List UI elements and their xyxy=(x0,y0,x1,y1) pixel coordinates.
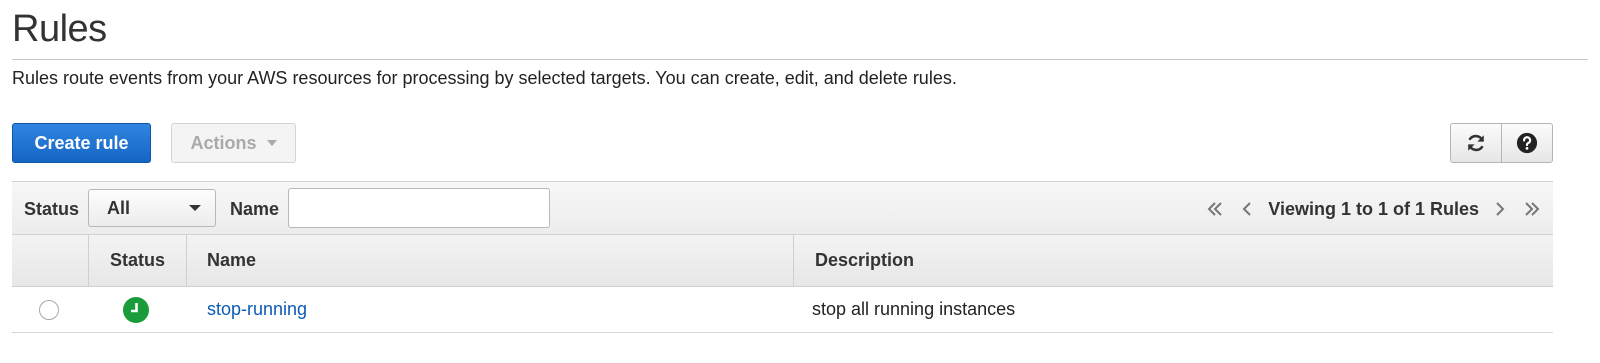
table-row[interactable]: stop-running stop all running instances xyxy=(12,287,1553,333)
double-chevron-left-icon xyxy=(1207,202,1222,216)
toolbar-icon-group xyxy=(1450,123,1553,163)
filter-bar: Status All Name Viewing 1 to 1 of 1 Rule… xyxy=(12,181,1553,235)
caret-down-icon xyxy=(266,140,277,146)
last-page-button[interactable] xyxy=(1521,196,1543,222)
first-page-button[interactable] xyxy=(1204,196,1226,222)
title-divider xyxy=(12,59,1588,60)
page-title: Rules xyxy=(12,8,107,50)
name-filter-label: Name xyxy=(230,199,280,219)
previous-page-button[interactable] xyxy=(1236,196,1258,222)
chevron-left-icon xyxy=(1242,202,1251,216)
pagination: Viewing 1 to 1 of 1 Rules xyxy=(1204,196,1543,222)
actions-dropdown[interactable]: Actions xyxy=(171,123,296,163)
column-header-select xyxy=(12,235,88,286)
select-caret-icon xyxy=(189,205,201,211)
name-filter-input[interactable] xyxy=(288,188,550,228)
rule-name-link[interactable]: stop-running xyxy=(207,299,307,320)
double-chevron-right-icon xyxy=(1525,202,1540,216)
refresh-icon xyxy=(1468,134,1484,152)
column-header-status[interactable]: Status xyxy=(88,235,186,286)
status-filter-label: Status xyxy=(24,199,80,219)
column-header-description[interactable]: Description xyxy=(793,235,1553,286)
chevron-right-icon xyxy=(1496,202,1505,216)
create-rule-button[interactable]: Create rule xyxy=(12,123,151,163)
actions-label: Actions xyxy=(190,132,257,153)
help-button[interactable] xyxy=(1501,123,1553,163)
table-header: Status Name Description xyxy=(12,235,1553,287)
help-icon xyxy=(1516,132,1538,154)
pagination-text: Viewing 1 to 1 of 1 Rules xyxy=(1268,198,1479,219)
page-description: Rules route events from your AWS resourc… xyxy=(12,68,957,88)
clock-status-icon xyxy=(123,297,149,323)
row-select-radio[interactable] xyxy=(39,300,59,320)
next-page-button[interactable] xyxy=(1489,196,1511,222)
status-filter-value: All xyxy=(107,197,131,218)
column-header-name[interactable]: Name xyxy=(186,235,793,286)
status-filter-select[interactable]: All xyxy=(88,189,216,227)
rule-description: stop all running instances xyxy=(812,299,1016,319)
refresh-button[interactable] xyxy=(1450,123,1501,163)
